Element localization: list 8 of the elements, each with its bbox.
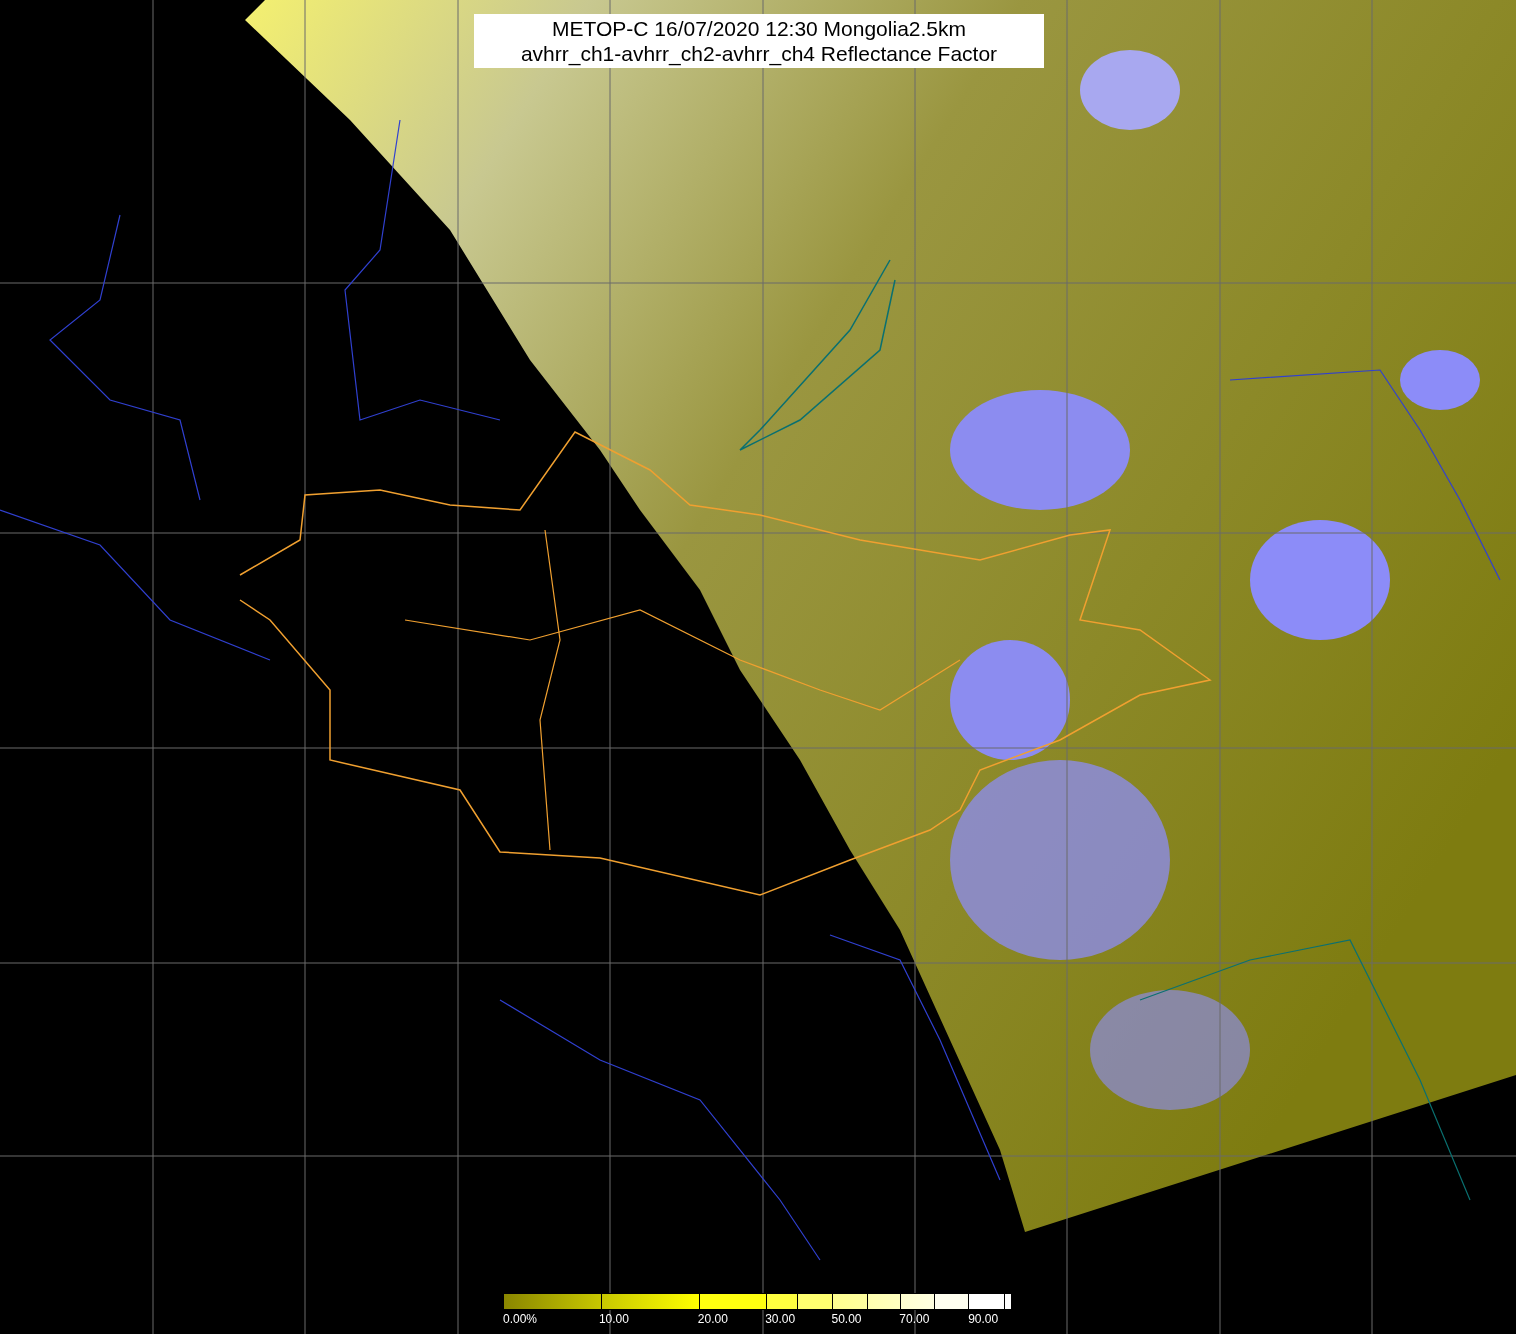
colorbar-label: 30.00 bbox=[765, 1312, 796, 1326]
colorbar-label: 70.00 bbox=[899, 1312, 930, 1326]
title-label: METOP-C 16/07/2020 12:30 Mongolia2.5km avhrr_ch1-avhrr_ch2-avhrr_ch4 Reflectance Factor bbox=[474, 14, 1044, 68]
colorbar-label: 50.00 bbox=[831, 1312, 862, 1326]
colorbar-label: 90.00 bbox=[968, 1312, 999, 1326]
colorbar-label: 0.00% bbox=[503, 1312, 538, 1326]
colorbar-label: 20.00 bbox=[697, 1312, 728, 1326]
colorbar-label: 10.00 bbox=[598, 1312, 629, 1326]
